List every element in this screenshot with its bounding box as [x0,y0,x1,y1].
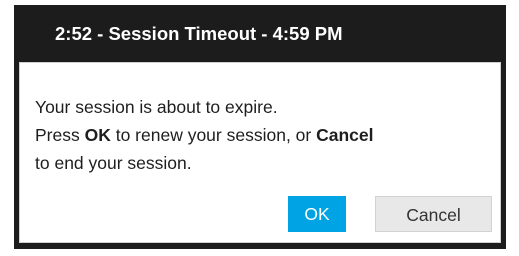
message-line-2: Press OK to renew your session, or Cance… [35,121,490,149]
message-line-1: Your session is about to expire. [35,97,278,117]
message-press-text: Press [35,125,85,145]
cancel-button[interactable]: Cancel [375,196,492,232]
message-cancel-keyword: Cancel [316,125,374,145]
ok-button[interactable]: OK [288,196,346,232]
dialog-title: 2:52 - Session Timeout - 4:59 PM [55,23,343,44]
message-renew-text: to renew your session, or [110,125,317,145]
dialog-content: Your session is about to expire. Press O… [19,62,501,243]
message-line-3: to end your session. [35,153,192,173]
message-ok-keyword: OK [84,125,111,145]
session-timeout-dialog: 2:52 - Session Timeout - 4:59 PM Your se… [14,5,506,249]
dialog-message: Your session is about to expire. Press O… [35,93,490,177]
